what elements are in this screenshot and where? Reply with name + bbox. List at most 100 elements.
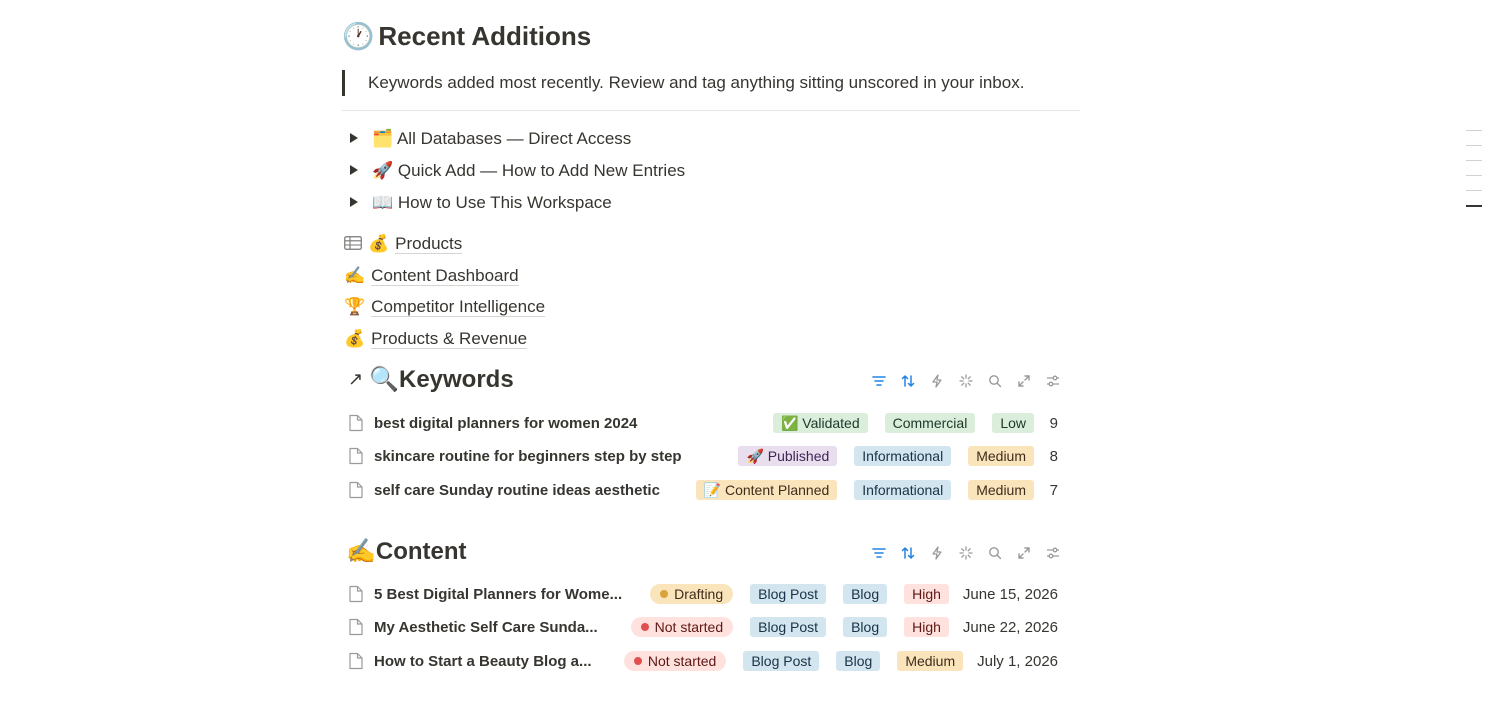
- page-doc-icon: [349, 414, 363, 432]
- db-title-text: Keywords: [398, 366, 514, 393]
- toggle-how-to-use[interactable]: 📖 How to Use This Workspace: [342, 190, 612, 216]
- search-icon[interactable]: [986, 372, 1004, 390]
- link-label: Products: [395, 234, 463, 254]
- table-row[interactable]: skincare routine for beginners step by s…: [348, 441, 1058, 471]
- page-doc-icon: [349, 618, 363, 636]
- status-dot-icon: [660, 590, 669, 599]
- status-badge: 🚀 Published: [738, 446, 838, 466]
- automation-bolt-icon[interactable]: [928, 544, 946, 562]
- table-row[interactable]: best digital planners for women 2024 ✅ V…: [348, 408, 1058, 438]
- link-content-dashboard[interactable]: ✍️ Content Dashboard: [344, 263, 519, 289]
- rocket-icon: 🚀: [372, 161, 394, 180]
- status-label: Drafting: [674, 586, 724, 602]
- link-products[interactable]: 💰 Products: [344, 231, 463, 257]
- publish-date: July 1, 2026: [977, 652, 1058, 670]
- arrow-up-right-icon[interactable]: ↗: [348, 369, 363, 389]
- type-badge: Blog Post: [743, 651, 820, 671]
- toggle-label: Quick Add — How to Add New Entries: [397, 161, 686, 180]
- settings-sliders-icon[interactable]: [1044, 372, 1062, 390]
- status-label: Not started: [654, 619, 724, 635]
- automation-bolt-icon[interactable]: [928, 372, 946, 390]
- status-dot-icon: [640, 623, 649, 632]
- table-row[interactable]: How to Start a Beauty Blog a... Not star…: [348, 646, 1058, 676]
- status-badge: 📝 Content Planned: [695, 480, 838, 500]
- page-doc-icon: [349, 585, 363, 603]
- intent-badge: Informational: [854, 446, 952, 466]
- money-bag-icon: 💰: [368, 234, 390, 253]
- writing-hand-icon: ✍️: [344, 266, 366, 285]
- intent-badge: Commercial: [884, 413, 976, 433]
- status-badge: Drafting: [650, 584, 734, 604]
- toggle-label: All Databases — Direct Access: [396, 129, 632, 148]
- status-dot-icon: [633, 657, 642, 666]
- keywords-db-title[interactable]: ↗ 🔍Keywords: [348, 363, 514, 397]
- difficulty-badge: Low: [992, 413, 1034, 433]
- trophy-icon: 🏆: [344, 297, 366, 316]
- ai-sparkle-icon[interactable]: [957, 372, 975, 390]
- money-bag-icon: 💰: [344, 329, 366, 348]
- score-value: 8: [1049, 447, 1058, 465]
- row-title[interactable]: My Aesthetic Self Care Sunda...: [374, 619, 631, 636]
- status-badge: ✅ Validated: [772, 413, 868, 433]
- toggle-label: How to Use This Workspace: [397, 193, 612, 212]
- link-label: Competitor Intelligence: [371, 297, 546, 317]
- difficulty-badge: Medium: [968, 480, 1034, 500]
- toc-line[interactable]: [1466, 175, 1482, 176]
- toc-line-active[interactable]: [1466, 205, 1482, 207]
- quote-block: Keywords added most recently. Review and…: [342, 70, 1080, 96]
- content-db-title[interactable]: ✍️Content: [346, 535, 467, 569]
- heading-text: Recent Additions: [378, 21, 592, 51]
- publish-date: June 15, 2026: [962, 585, 1058, 603]
- table-row[interactable]: My Aesthetic Self Care Sunda... Not star…: [348, 612, 1058, 642]
- toggle-all-databases[interactable]: 🗂️ All Databases — Direct Access: [342, 126, 631, 152]
- link-competitor-intelligence[interactable]: 🏆 Competitor Intelligence: [344, 294, 546, 320]
- toc-line[interactable]: [1466, 160, 1482, 161]
- type-badge: Blog Post: [750, 584, 827, 604]
- db-title-text: Content: [375, 538, 467, 565]
- row-title[interactable]: 5 Best Digital Planners for Wome...: [374, 586, 650, 603]
- sort-icon[interactable]: [899, 544, 917, 562]
- toggle-quick-add[interactable]: 🚀 Quick Add — How to Add New Entries: [342, 158, 685, 184]
- table-row[interactable]: self care Sunday routine ideas aesthetic…: [348, 475, 1058, 505]
- channel-badge: Blog: [843, 584, 888, 604]
- intent-badge: Informational: [854, 480, 952, 500]
- card-index-dividers-icon: 🗂️: [372, 129, 394, 148]
- row-tags: 🚀 Published Informational Medium: [738, 446, 1034, 466]
- toc-line[interactable]: [1466, 145, 1482, 146]
- expand-icon[interactable]: [1015, 544, 1033, 562]
- magnifier-icon: 🔍: [369, 366, 399, 393]
- filter-icon[interactable]: [870, 544, 888, 562]
- settings-sliders-icon[interactable]: [1044, 544, 1062, 562]
- row-title[interactable]: self care Sunday routine ideas aesthetic: [374, 482, 696, 499]
- row-tags: Not started Blog Post Blog High: [630, 617, 949, 637]
- toc-line[interactable]: [1466, 130, 1482, 131]
- row-tags: 📝 Content Planned Informational Medium: [695, 480, 1034, 500]
- status-badge: Not started: [630, 617, 734, 637]
- sort-icon[interactable]: [899, 372, 917, 390]
- page-doc-icon: [349, 481, 363, 499]
- row-title[interactable]: skincare routine for beginners step by s…: [374, 448, 738, 465]
- link-products-revenue[interactable]: 💰 Products & Revenue: [344, 326, 528, 352]
- toc-line[interactable]: [1466, 190, 1482, 191]
- status-label: Not started: [647, 653, 717, 669]
- divider: [342, 110, 1080, 111]
- difficulty-badge: Medium: [968, 446, 1034, 466]
- score-value: 7: [1049, 481, 1058, 499]
- link-label: Products & Revenue: [371, 329, 528, 349]
- toggle-triangle-icon[interactable]: [350, 132, 358, 143]
- page-heading: 🕐 Recent Additions: [342, 18, 591, 54]
- toggle-triangle-icon[interactable]: [350, 196, 358, 207]
- table-of-contents-minimap[interactable]: [1466, 130, 1482, 221]
- row-title[interactable]: How to Start a Beauty Blog a...: [374, 653, 624, 670]
- row-title[interactable]: best digital planners for women 2024: [374, 415, 773, 432]
- book-icon: 📖: [372, 193, 394, 212]
- priority-badge: High: [904, 617, 949, 637]
- table-row[interactable]: 5 Best Digital Planners for Wome... Draf…: [348, 579, 1058, 609]
- toggle-triangle-icon[interactable]: [350, 164, 358, 175]
- priority-badge: Medium: [897, 651, 964, 671]
- expand-icon[interactable]: [1015, 372, 1033, 390]
- filter-icon[interactable]: [870, 372, 888, 390]
- clock-icon: 🕐: [342, 21, 375, 51]
- ai-sparkle-icon[interactable]: [957, 544, 975, 562]
- search-icon[interactable]: [986, 544, 1004, 562]
